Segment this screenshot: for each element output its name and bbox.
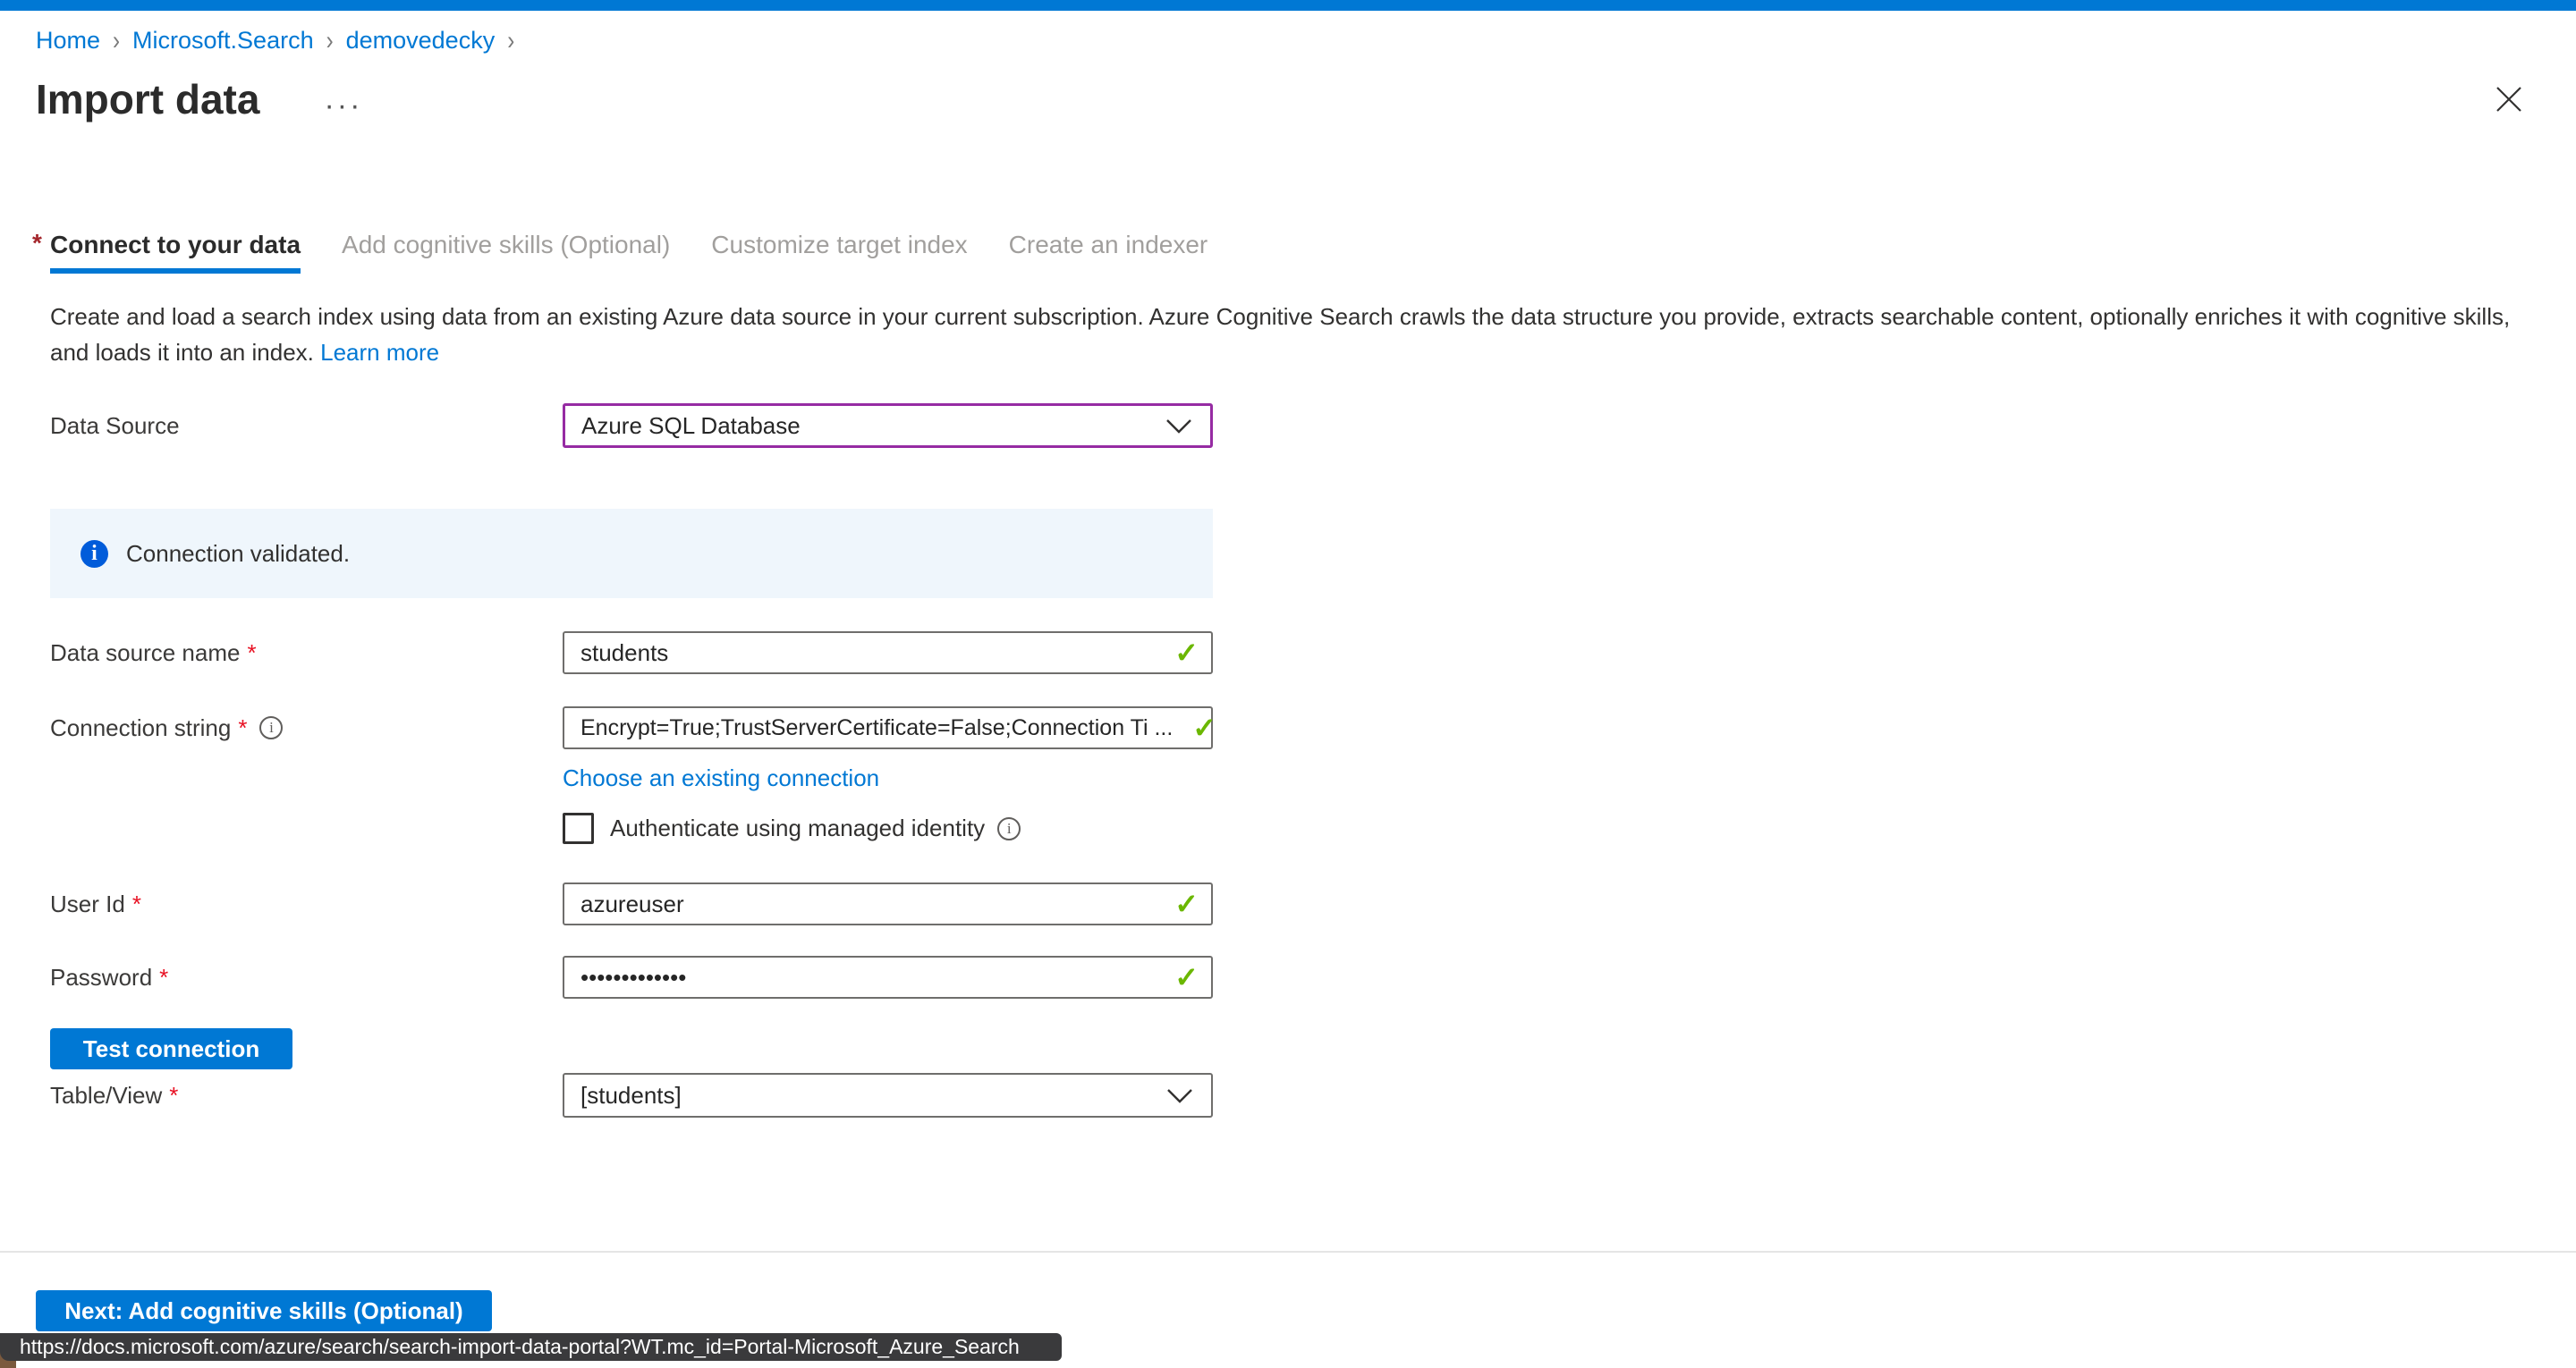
tab-label: Add cognitive skills (Optional) [342, 231, 670, 258]
user-id-input[interactable] [563, 882, 1213, 925]
wizard-tabs: * Connect to your data Add cognitive ski… [50, 231, 1208, 274]
tab-create-an-indexer[interactable]: Create an indexer [1009, 231, 1208, 274]
connection-string-row: Connection string * [50, 706, 1213, 749]
tab-label: Connect to your data [50, 231, 301, 258]
banner-message: Connection validated. [126, 540, 350, 568]
managed-identity-label: Authenticate using managed identity [610, 815, 985, 842]
breadcrumb-separator-icon: › [507, 25, 514, 56]
info-icon[interactable] [997, 817, 1021, 840]
browser-status-url: https://docs.microsoft.com/azure/search/… [0, 1333, 1062, 1361]
choose-existing-connection-link[interactable]: Choose an existing connection [563, 764, 879, 792]
table-view-label: Table/View * [50, 1082, 563, 1110]
managed-identity-row: Authenticate using managed identity [563, 813, 1213, 844]
breadcrumb-home[interactable]: Home [36, 27, 100, 55]
info-banner: Connection validated. [50, 509, 1213, 598]
import-data-blade: Home › Microsoft.Search › demovedecky › … [0, 0, 2576, 1368]
managed-identity-checkbox[interactable] [563, 813, 594, 844]
tab-add-cognitive-skills[interactable]: Add cognitive skills (Optional) [342, 231, 670, 274]
connection-string-input[interactable] [563, 706, 1213, 749]
close-icon[interactable] [2494, 84, 2524, 114]
breadcrumb-separator-icon: › [113, 25, 120, 56]
password-label: Password * [50, 964, 563, 992]
data-source-label: Data Source [50, 412, 563, 440]
learn-more-link[interactable]: Learn more [320, 339, 439, 366]
data-source-dropdown[interactable]: Azure SQL Database [563, 403, 1213, 448]
field-label: User Id [50, 891, 125, 918]
intro-text: Create and load a search index using dat… [50, 299, 2542, 370]
footer-divider [0, 1251, 2576, 1253]
table-view-row: Table/View * [students] [50, 1073, 1213, 1118]
title-row: Import data ··· [36, 75, 362, 123]
field-label: Table/View [50, 1082, 162, 1110]
page-title: Import data [36, 75, 259, 123]
breadcrumb: Home › Microsoft.Search › demovedecky › [36, 27, 514, 55]
more-menu-icon[interactable]: ··· [324, 97, 362, 114]
field-label: Data Source [50, 412, 180, 440]
password-row: Password * [50, 956, 1213, 999]
password-input[interactable] [563, 956, 1213, 999]
data-source-name-input[interactable] [563, 631, 1213, 674]
field-label: Connection string [50, 714, 231, 742]
user-id-label: User Id * [50, 891, 563, 918]
required-marker: * [159, 964, 168, 992]
user-id-row: User Id * [50, 882, 1213, 925]
breadcrumb-demovedecky[interactable]: demovedecky [346, 27, 496, 55]
test-connection-button[interactable]: Test connection [50, 1028, 292, 1069]
tab-label: Customize target index [711, 231, 967, 258]
info-icon[interactable] [259, 716, 283, 739]
data-source-row: Data Source Azure SQL Database [50, 403, 1213, 448]
data-source-name-label: Data source name * [50, 639, 563, 667]
breadcrumb-microsoft-search[interactable]: Microsoft.Search [132, 27, 314, 55]
info-filled-icon [80, 540, 108, 568]
field-label: Data source name [50, 639, 240, 667]
table-view-dropdown[interactable]: [students] [563, 1073, 1213, 1118]
connection-string-label: Connection string * [50, 714, 563, 742]
required-marker: * [132, 891, 141, 918]
tab-label: Create an indexer [1009, 231, 1208, 258]
required-marker: * [169, 1082, 178, 1110]
connect-form: Data Source Azure SQL Database Connectio… [50, 403, 1213, 1118]
required-marker: * [247, 639, 256, 667]
field-label: Password [50, 964, 152, 992]
dropdown-value: [students] [580, 1082, 682, 1110]
dropdown-value: Azure SQL Database [581, 412, 801, 440]
portal-top-accent-bar [0, 0, 2576, 11]
tab-connect-to-your-data[interactable]: * Connect to your data [50, 231, 301, 274]
chevron-down-icon [1166, 1088, 1193, 1103]
breadcrumb-separator-icon: › [326, 25, 334, 56]
required-marker: * [32, 229, 42, 258]
tab-customize-target-index[interactable]: Customize target index [711, 231, 967, 274]
next-add-cognitive-skills-button[interactable]: Next: Add cognitive skills (Optional) [36, 1290, 492, 1331]
chevron-down-icon [1165, 418, 1192, 434]
data-source-name-row: Data source name * [50, 631, 1213, 674]
required-marker: * [238, 714, 247, 742]
